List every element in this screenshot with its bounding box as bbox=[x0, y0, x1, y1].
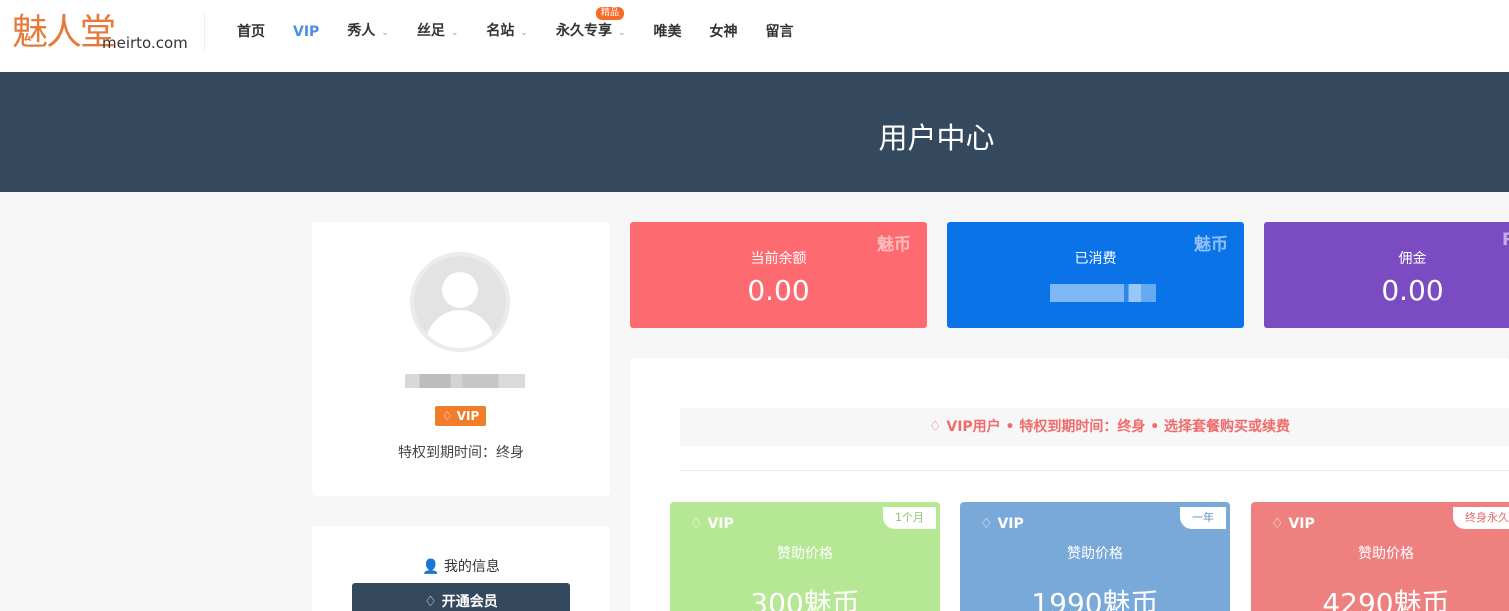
site-logo[interactable]: 魅人堂 meirto.com bbox=[12, 10, 188, 56]
diamond-icon: ♢ bbox=[928, 419, 947, 435]
nav-item-sizu[interactable]: 丝足 ⌄ bbox=[403, 0, 473, 65]
stat-label: 已消费 bbox=[1074, 251, 1117, 267]
plan-card-lifetime[interactable]: ♢ VIP 终身永久 赞助价格 4290魅币 bbox=[1251, 502, 1509, 611]
plan-vip-label: ♢ VIP bbox=[980, 516, 1024, 532]
logo-text-en: meirto.com bbox=[102, 34, 188, 52]
plan-term-tag: 一年 bbox=[1180, 507, 1226, 529]
avatar-head-shape bbox=[442, 272, 478, 308]
nav-item-home[interactable]: 首页 bbox=[223, 0, 279, 64]
nav-label: 留言 bbox=[765, 24, 794, 40]
plan-vip-text: VIP bbox=[707, 516, 734, 532]
plan-price: 300魅币 bbox=[750, 587, 860, 611]
nav-label: 秀人 bbox=[347, 23, 376, 39]
nav-item-mingzhan[interactable]: 名站 ⌄ bbox=[472, 0, 542, 65]
stat-label: 佣金 bbox=[1398, 251, 1427, 267]
chevron-down-icon: ⌄ bbox=[617, 28, 626, 38]
avatar[interactable] bbox=[410, 252, 510, 352]
plan-card-monthly[interactable]: ♢ VIP 1个月 赞助价格 300魅币 bbox=[670, 502, 940, 611]
stat-coin-label: R bbox=[1502, 230, 1509, 250]
chevron-down-icon: ⌄ bbox=[520, 28, 528, 38]
nav-item-message[interactable]: 留言 bbox=[752, 0, 808, 64]
plan-vip-label: ♢ VIP bbox=[1271, 516, 1315, 532]
diamond-icon: ♢ bbox=[424, 594, 442, 610]
username-redacted bbox=[405, 374, 525, 388]
stat-card-balance: 魅币 当前余额 0.00 bbox=[630, 222, 927, 328]
vip-badge: ♢ VIP bbox=[435, 406, 486, 426]
nav-item-nvshen[interactable]: 女神 bbox=[696, 0, 752, 64]
site-header: 魅人堂 meirto.com 首页 VIP 秀人 ⌄ 丝足 ⌄ 名站 ⌄ 永久专享 ⌄ 精… bbox=[0, 0, 1509, 72]
vip-expire-text: 特权到期时间：终身 bbox=[398, 445, 524, 461]
stat-value-redacted bbox=[1050, 284, 1156, 302]
nav-label: 永久专享 bbox=[555, 23, 612, 39]
diamond-icon: ♢ bbox=[1271, 516, 1289, 532]
nav-item-weimei[interactable]: 唯美 bbox=[640, 0, 696, 64]
hot-badge: 精品 bbox=[595, 7, 624, 20]
plan-price-label: 赞助价格 bbox=[1358, 546, 1414, 562]
diamond-icon: ♢ bbox=[690, 516, 708, 532]
stat-card-spent: 魅币 已消费 bbox=[947, 222, 1244, 328]
user-icon: 👤 bbox=[422, 559, 444, 575]
nav-item-xiuren[interactable]: 秀人 ⌄ bbox=[333, 0, 403, 65]
plan-vip-label: ♢ VIP bbox=[690, 516, 734, 532]
nav-item-permanent[interactable]: 永久专享 ⌄ 精品 bbox=[542, 0, 640, 65]
my-info-card: 👤 我的信息 ♢ 开通会员 bbox=[312, 526, 610, 611]
nav-label: VIP bbox=[293, 24, 320, 40]
my-info-title: 👤 我的信息 bbox=[312, 556, 610, 576]
chevron-down-icon: ⌄ bbox=[381, 28, 389, 38]
plan-price: 4290魅币 bbox=[1322, 587, 1450, 611]
logo-text-cn: 魅人堂 bbox=[12, 12, 116, 53]
plan-price-label: 赞助价格 bbox=[777, 546, 833, 562]
stat-value: 0.00 bbox=[747, 274, 810, 307]
nav-item-vip[interactable]: VIP bbox=[279, 0, 333, 64]
nav-label: 女神 bbox=[709, 24, 738, 40]
nav-label: 唯美 bbox=[653, 24, 682, 40]
page-banner: 用户中心 bbox=[0, 72, 1509, 192]
nav-label: 名站 bbox=[486, 23, 515, 39]
stat-value: 0.00 bbox=[1381, 274, 1444, 307]
profile-card: ♢ VIP 特权到期时间：终身 bbox=[312, 222, 610, 496]
plan-term-tag: 1个月 bbox=[883, 507, 936, 529]
vip-notice: ♢ VIP用户 • 特权到期时间：终身 • 选择套餐购买或续费 bbox=[680, 408, 1509, 446]
panel-divider bbox=[680, 470, 1509, 471]
nav-label: 丝足 bbox=[416, 23, 445, 39]
plan-price-label: 赞助价格 bbox=[1067, 546, 1123, 562]
avatar-body-shape bbox=[426, 310, 494, 348]
diamond-icon: ♢ bbox=[980, 516, 998, 532]
plan-vip-text: VIP bbox=[1288, 516, 1315, 532]
nav-label: 首页 bbox=[237, 24, 265, 40]
open-membership-button[interactable]: ♢ 开通会员 bbox=[352, 583, 570, 611]
diamond-icon: ♢ bbox=[441, 409, 457, 423]
page-title: 用户中心 bbox=[878, 121, 995, 155]
header-divider bbox=[204, 12, 205, 52]
stat-card-commission: R 佣金 0.00 bbox=[1264, 222, 1509, 328]
open-membership-label: 开通会员 bbox=[441, 594, 498, 610]
chevron-down-icon: ⌄ bbox=[450, 28, 459, 38]
vip-badge-label: VIP bbox=[456, 409, 480, 423]
plan-vip-text: VIP bbox=[997, 516, 1024, 532]
stat-label: 当前余额 bbox=[750, 251, 807, 267]
vip-notice-text: VIP用户 • 特权到期时间：终身 • 选择套餐购买或续费 bbox=[946, 419, 1291, 435]
my-info-label: 我的信息 bbox=[443, 559, 500, 575]
plan-price: 1990魅币 bbox=[1031, 587, 1159, 611]
plan-term-tag: 终身永久 bbox=[1453, 507, 1509, 529]
main-nav: 首页 VIP 秀人 ⌄ 丝足 ⌄ 名站 ⌄ 永久专享 ⌄ 精品 唯美 女神 留言 bbox=[223, 0, 808, 64]
plan-card-yearly[interactable]: ♢ VIP 一年 赞助价格 1990魅币 bbox=[960, 502, 1230, 611]
